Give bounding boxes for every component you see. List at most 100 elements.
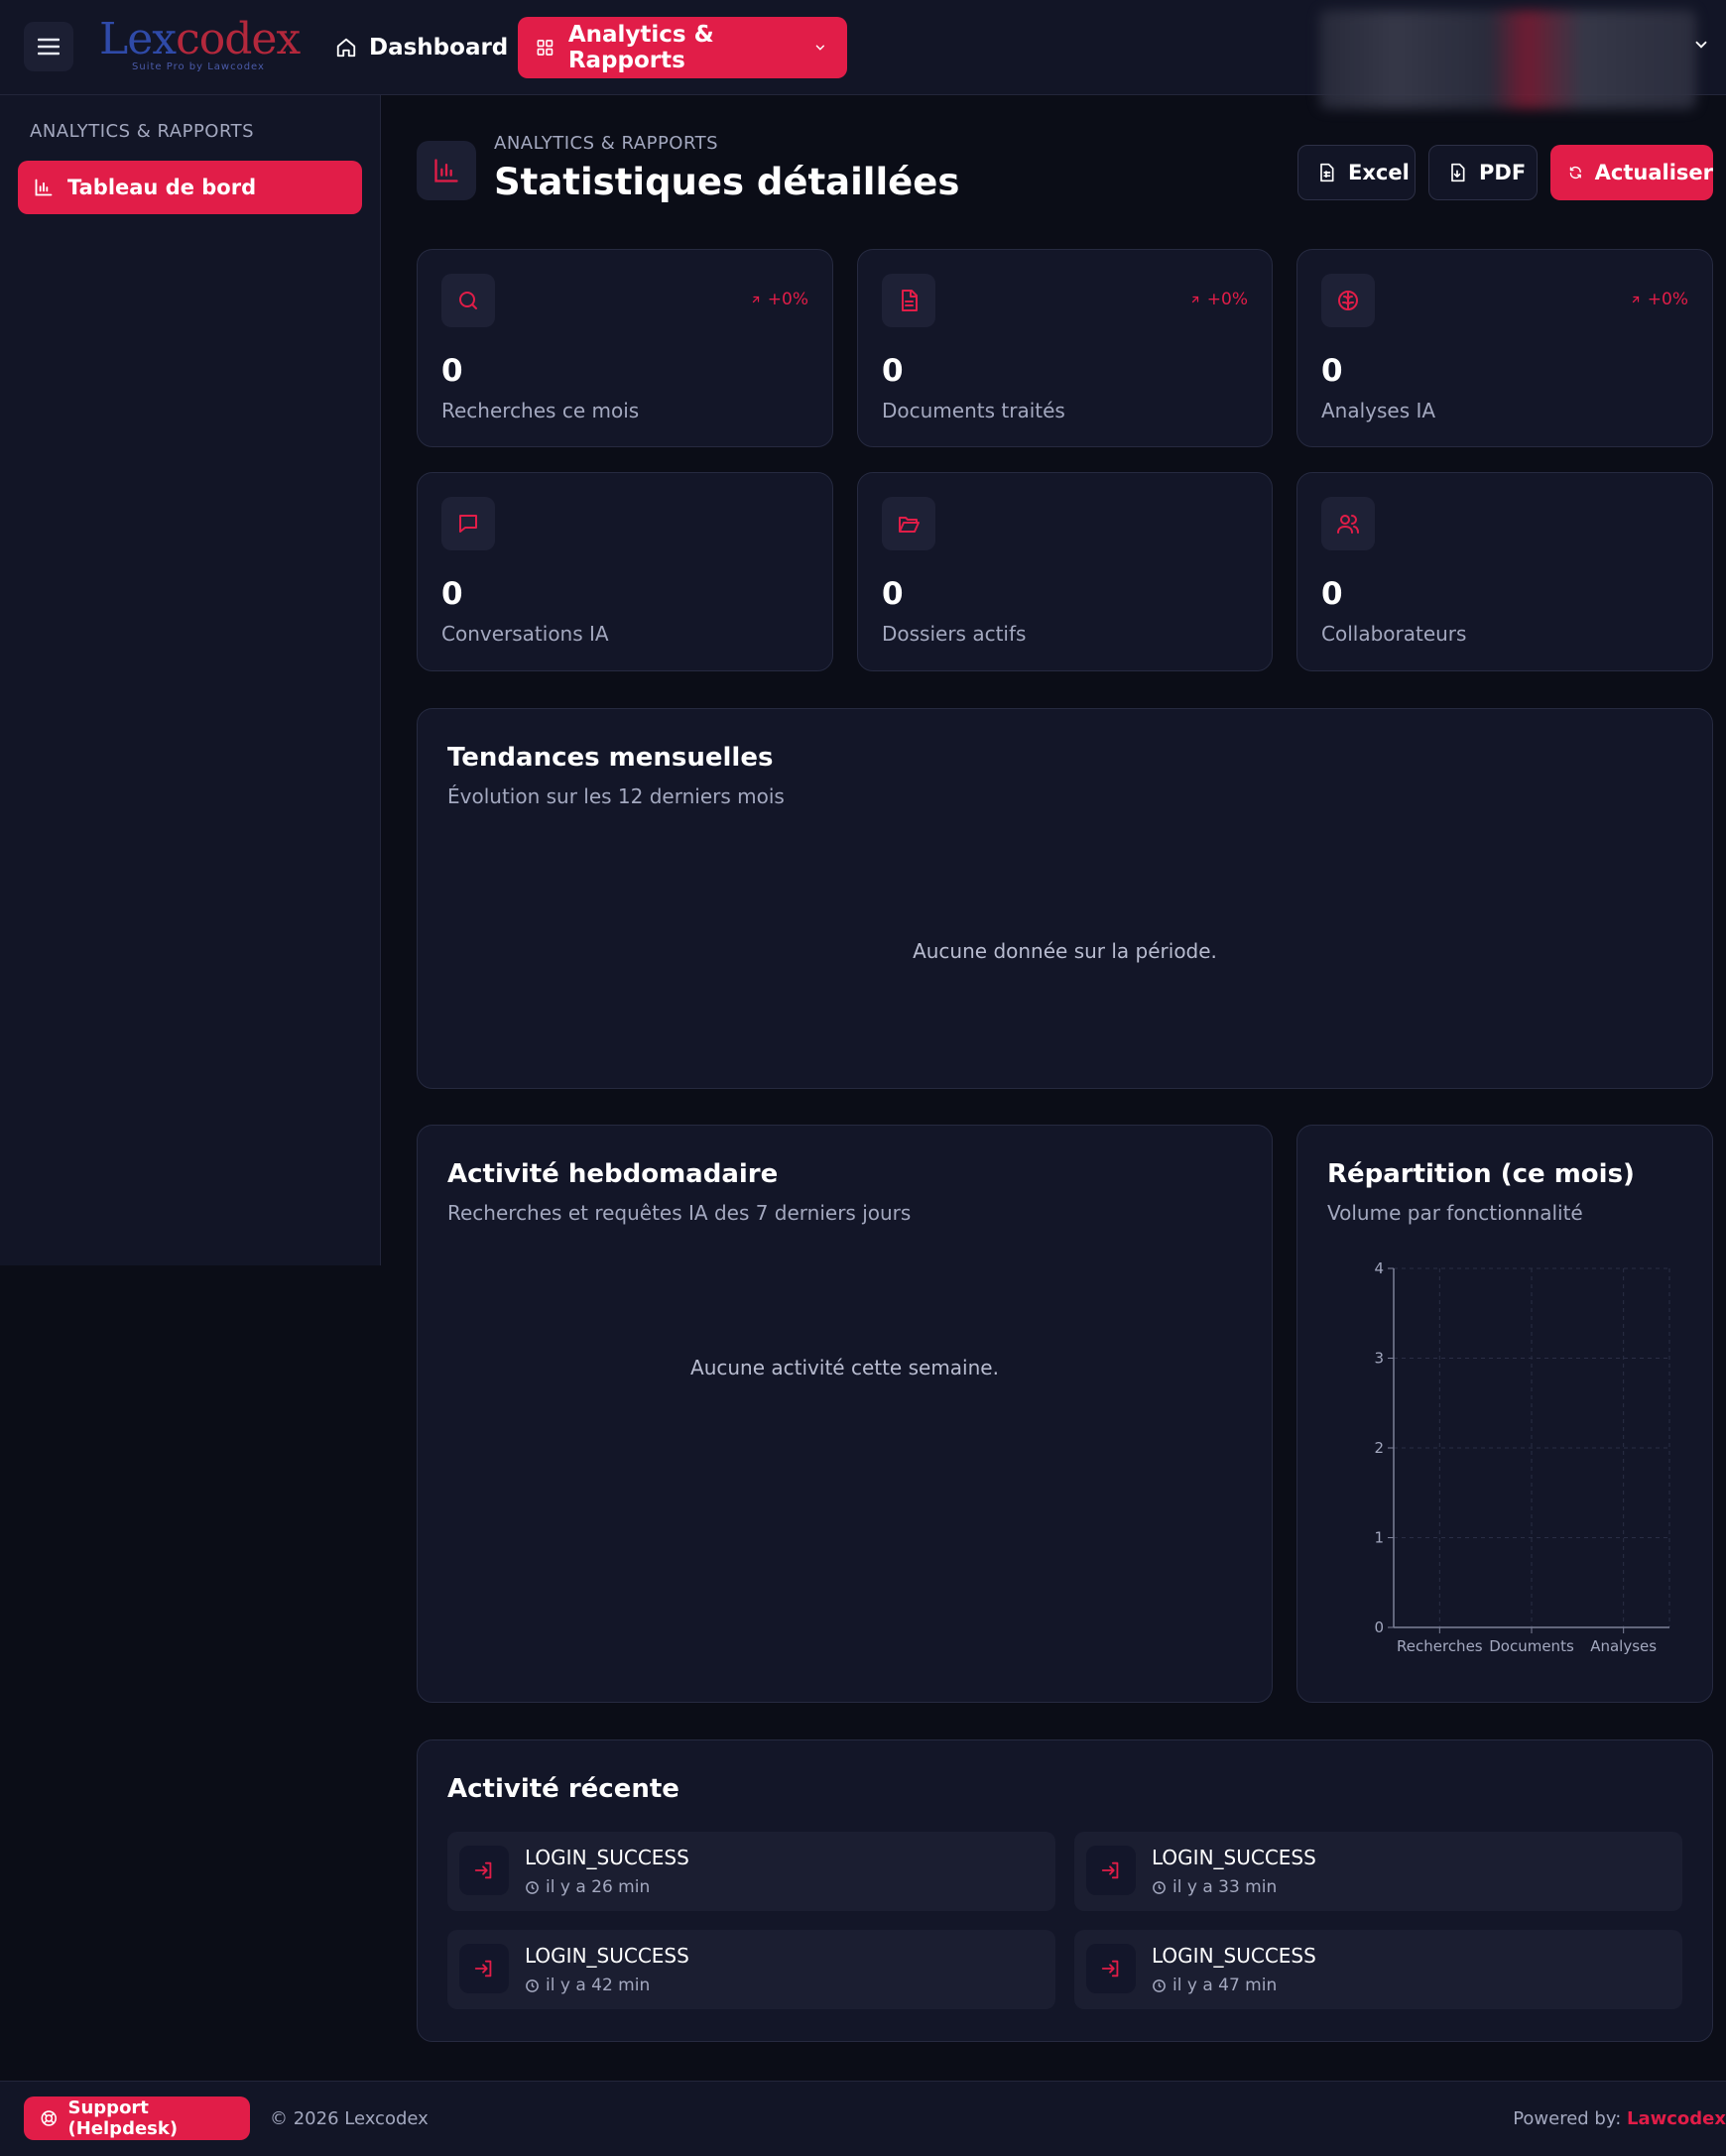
bar-chart-icon [434,159,458,182]
stat-card-collaborateurs: 0 Collaborateurs [1296,472,1713,671]
user-menu-blurred[interactable] [1319,10,1696,109]
clock-icon [1153,1978,1166,1992]
powered-brand-link[interactable]: Lawcodex [1627,2108,1726,2129]
stat-label: Collaborateurs [1321,622,1467,646]
y-tick-label: 3 [1374,1350,1384,1368]
nav-analytics-label: Analytics & Rapports [567,22,714,73]
empty-state: Aucune donnée sur la période. [913,939,1217,963]
spreadsheet-icon [1320,163,1334,182]
card-subtitle: Évolution sur les 12 derniers mois [447,784,785,808]
stat-value: 0 [1321,353,1343,389]
recent-activity-card: Activité récente LOGIN_SUCCESS il y a 26… [417,1739,1713,2042]
activity-time: il y a 42 min [546,1976,651,1995]
stat-value: 0 [882,576,904,612]
page-title: Statistiques détaillées [494,161,960,203]
list-item[interactable]: LOGIN_SUCCESS il y a 33 min [1074,1832,1682,1911]
card-title: Activité récente [447,1774,679,1804]
footer: Support (Helpdesk) © 2026 Lexcodex Power… [0,2081,1726,2156]
card-subtitle: Volume par fonctionnalité [1327,1201,1583,1225]
refresh-label: Actualiser [1594,161,1713,184]
repartition-bar-chart: 0 1 2 3 4 Recherches Documents Analyses [1374,1259,1670,1655]
activity-name: LOGIN_SUCCESS [1152,1846,1316,1869]
nav-analytics[interactable]: Analytics & Rapports [518,17,847,78]
stat-value: 0 [441,576,463,612]
login-icon [474,1960,492,1977]
chat-icon [459,515,477,533]
nav-dashboard[interactable]: Dashboard [335,28,508,67]
clock-icon [526,1880,539,1894]
list-item[interactable]: LOGIN_SUCCESS il y a 42 min [447,1930,1055,2009]
stat-value: 0 [882,353,904,389]
export-excel-button[interactable]: Excel [1297,145,1416,200]
lifebuoy-icon [41,2110,57,2126]
hamburger-icon [38,38,60,56]
chevron-down-icon [816,45,825,51]
arrow-up-right-icon [752,296,759,303]
top-bar: Lexcodex Suite Pro by Lawcodex Dashboard… [0,0,1726,109]
refresh-icon [1569,166,1581,180]
activity-name: LOGIN_SUCCESS [525,1846,689,1869]
users-icon [1337,515,1359,534]
search-icon [459,292,477,309]
x-tick-label: Recherches [1397,1637,1483,1655]
page-header-icon [417,141,476,200]
empty-state: Aucune activité cette semaine. [690,1356,999,1379]
stat-label: Analyses IA [1321,399,1436,422]
x-tick-label: Documents [1489,1637,1574,1655]
menu-toggle-button[interactable] [24,22,73,71]
list-item[interactable]: LOGIN_SUCCESS il y a 26 min [447,1832,1055,1911]
home-icon [336,38,356,58]
stat-card-conversations: 0 Conversations IA [417,472,833,671]
arrow-up-right-icon [1632,296,1639,303]
pdf-label: PDF [1479,161,1527,184]
copyright: © 2026 Lexcodex [270,2108,429,2129]
activity-time: il y a 33 min [1172,1877,1278,1897]
excel-label: Excel [1348,161,1410,184]
grid-icon [537,40,554,56]
y-tick-label: 4 [1374,1259,1384,1277]
monthly-trends-card: Tendances mensuelles Évolution sur les 1… [417,708,1713,1089]
stat-label: Recherches ce mois [441,399,640,422]
powered-by: Powered by: Lawcodex [1513,2108,1726,2129]
file-download-icon [1451,163,1465,182]
stat-trend: +0% [750,290,808,309]
activity-name: LOGIN_SUCCESS [1152,1944,1316,1968]
app-logo[interactable]: Lexcodex Suite Pro by Lawcodex [99,14,301,79]
stat-value: 0 [441,353,463,389]
activity-name: LOGIN_SUCCESS [525,1944,689,1968]
arrow-up-right-icon [1191,296,1198,303]
login-icon [474,1861,492,1879]
folder-open-icon [899,517,920,533]
y-tick-label: 1 [1374,1529,1384,1547]
repartition-card: Répartition (ce mois) Volume par fonctio… [1296,1125,1713,1703]
y-tick-label: 2 [1374,1439,1384,1457]
bar-chart-icon [35,179,53,196]
list-item[interactable]: LOGIN_SUCCESS il y a 47 min [1074,1930,1682,2009]
support-label: Support (Helpdesk) [67,2097,179,2139]
nav-dashboard-label: Dashboard [369,35,509,60]
y-tick-label: 0 [1374,1618,1384,1636]
stat-label: Dossiers actifs [882,622,1027,646]
sidebar-section-title: ANALYTICS & RAPPORTS [30,121,255,142]
stat-label: Conversations IA [441,622,609,646]
weekly-activity-card: Activité hebdomadaire Recherches et requ… [417,1125,1273,1703]
stat-trend: +0% [1189,290,1248,309]
user-chevron-down-icon[interactable] [1692,36,1710,54]
stat-label: Documents traités [882,399,1065,422]
sidebar-item-label: Tableau de bord [67,176,257,199]
x-tick-label: Analyses [1590,1637,1657,1655]
stat-trend: +0% [1630,290,1688,309]
stat-card-recherches: +0% 0 Recherches ce mois [417,249,833,447]
stat-card-dossiers: 0 Dossiers actifs [857,472,1273,671]
clock-icon [526,1978,539,1992]
refresh-button[interactable]: Actualiser [1550,145,1713,200]
sidebar-item-tableau-de-bord[interactable]: Tableau de bord [18,161,362,214]
card-title: Tendances mensuelles [447,743,774,773]
login-icon [1101,1960,1119,1977]
export-pdf-button[interactable]: PDF [1428,145,1538,200]
stat-card-documents: +0% 0 Documents traités [857,249,1273,447]
support-helpdesk-button[interactable]: Support (Helpdesk) [24,2096,250,2140]
breadcrumb: ANALYTICS & RAPPORTS [494,133,719,154]
clock-icon [1153,1880,1166,1894]
stat-card-analyses: +0% 0 Analyses IA [1296,249,1713,447]
